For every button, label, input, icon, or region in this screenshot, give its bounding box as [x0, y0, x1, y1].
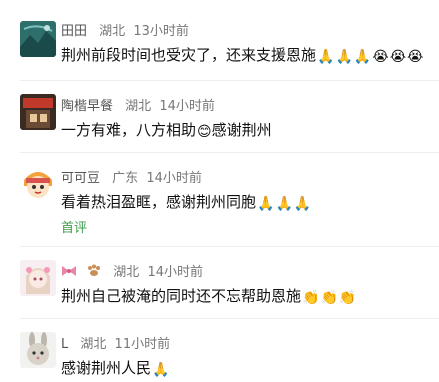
- comment-body: 荆州自己被淹的同时还不忘帮助恩施: [61, 287, 302, 305]
- username[interactable]: L: [61, 337, 68, 352]
- comment-meta: 湖北 14小时前: [61, 261, 203, 281]
- divider: [20, 80, 439, 81]
- timestamp: 14小时前: [159, 99, 215, 114]
- comment-body: 荆州前段时间也受灾了，还来支援恩施: [61, 46, 317, 64]
- divider: [20, 318, 439, 319]
- timestamp: 11小时前: [114, 337, 171, 352]
- pray-emoji-icon: 🙏: [293, 196, 312, 212]
- comment-item: 湖北 14小时前 荆州自己被淹的同时还不忘帮助恩施👏👏👏: [0, 248, 439, 318]
- location: 湖北: [99, 24, 126, 39]
- comment-text: 看着热泪盈眶，感谢荆州同胞🙏🙏🙏: [61, 191, 311, 212]
- bow-icon: [61, 265, 77, 281]
- comment-text: 荆州自己被淹的同时还不忘帮助恩施👏👏👏: [61, 285, 356, 306]
- cartoon-girl-avatar[interactable]: [20, 166, 56, 202]
- pray-emoji-icon: 🙏: [317, 49, 335, 65]
- pray-emoji-icon: 🙏: [152, 362, 170, 378]
- crying-emoji-icon: 😭: [407, 49, 424, 65]
- location: 湖北: [80, 337, 107, 352]
- pray-emoji-icon: 🙏: [353, 49, 372, 65]
- comment-meta: L 湖北 11小时前: [61, 333, 170, 352]
- comment-item: L 湖北 11小时前 感谢荆州人民🙏: [0, 320, 439, 382]
- comment-list: 田田 湖北 13小时前 荆州前段时间也受灾了，还来支援恩施🙏🙏🙏😭😭😭 陶楷早餐…: [0, 0, 439, 382]
- timestamp: 14小时前: [146, 171, 202, 186]
- comment-body: 一方有难，八方相助: [61, 121, 197, 139]
- comment-text: 感谢荆州人民🙏: [61, 357, 169, 378]
- anime-girl-avatar[interactable]: [20, 260, 56, 296]
- divider: [20, 152, 439, 153]
- timestamp: 14小时前: [147, 265, 203, 280]
- breakfast-shop-avatar[interactable]: [20, 94, 56, 130]
- pray-emoji-icon: 🙏: [275, 196, 293, 212]
- clap-emoji-icon: 👏: [338, 290, 357, 306]
- location: 广东: [112, 171, 139, 186]
- timestamp: 13小时前: [133, 24, 189, 39]
- username[interactable]: 陶楷早餐: [61, 99, 113, 114]
- crying-emoji-icon: 😭: [372, 49, 389, 65]
- username[interactable]: 可可豆: [61, 171, 100, 186]
- comment-item: 田田 湖北 13小时前 荆州前段时间也受灾了，还来支援恩施🙏🙏🙏😭😭😭: [0, 0, 439, 72]
- comment-body-tail: 感谢荆州: [211, 121, 272, 139]
- comment-body: 看着热泪盈眶，感谢荆州同胞: [61, 193, 257, 211]
- pray-emoji-icon: 🙏: [257, 196, 275, 212]
- comment-meta: 田田 湖北 13小时前: [61, 20, 189, 39]
- location: 湖北: [113, 265, 140, 280]
- paw-icon: [87, 264, 101, 281]
- comment-text: 一方有难，八方相助😊感谢荆州: [61, 119, 272, 140]
- comment-text: 荆州前段时间也受灾了，还来支援恩施🙏🙏🙏😭😭😭: [61, 44, 423, 65]
- comment-meta: 可可豆 广东 14小时前: [61, 167, 202, 186]
- clap-emoji-icon: 👏: [302, 290, 320, 306]
- comment-item: 可可豆 广东 14小时前 看着热泪盈眶，感谢荆州同胞🙏🙏🙏 首评: [0, 154, 439, 246]
- smiling-emoji-icon: 😊: [197, 124, 212, 140]
- crying-emoji-icon: 😭: [389, 49, 407, 65]
- mountain-landscape-avatar[interactable]: [20, 21, 56, 57]
- bunny-avatar[interactable]: [20, 332, 56, 368]
- location: 湖北: [125, 99, 152, 114]
- comment-meta: 陶楷早餐 湖北 14小时前: [61, 95, 215, 114]
- username[interactable]: 田田: [61, 24, 87, 39]
- clap-emoji-icon: 👏: [320, 290, 338, 306]
- comment-body: 感谢荆州人民: [61, 359, 152, 377]
- pray-emoji-icon: 🙏: [335, 49, 353, 65]
- comment-item: 陶楷早餐 湖北 14小时前 一方有难，八方相助😊感谢荆州: [0, 82, 439, 152]
- divider: [20, 246, 439, 247]
- first-comment-badge[interactable]: 首评: [61, 217, 87, 236]
